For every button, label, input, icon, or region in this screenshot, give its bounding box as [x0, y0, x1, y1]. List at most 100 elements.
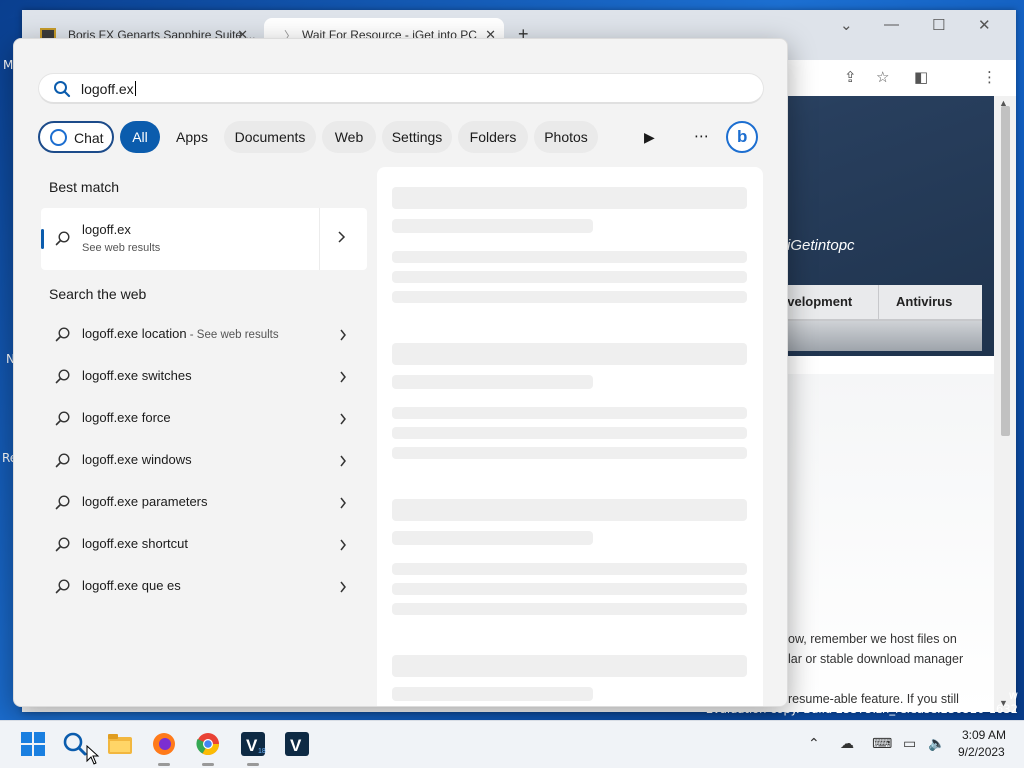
- search-query: logoff.ex: [81, 81, 134, 97]
- search-icon: [55, 495, 70, 510]
- more-options-icon[interactable]: ⋯: [694, 127, 710, 145]
- loading-placeholder: [392, 251, 747, 263]
- filter-label: All: [132, 129, 148, 145]
- filter-label: Web: [334, 129, 364, 145]
- filter-folders[interactable]: Folders: [458, 121, 528, 153]
- web-result-hint: - See web results: [186, 329, 279, 341]
- minimize-icon[interactable]: —: [884, 16, 899, 33]
- clock-time[interactable]: 3:09 AM: [962, 728, 1006, 742]
- loading-placeholder: [392, 291, 747, 303]
- more-filters-play-icon[interactable]: ▶: [644, 129, 655, 146]
- web-result-text: logoff.exe force: [82, 410, 171, 425]
- firefox-icon[interactable]: [151, 731, 177, 757]
- web-result-row[interactable]: logoff.exe switches: [41, 357, 367, 397]
- chrome-icon[interactable]: [195, 731, 221, 757]
- loading-placeholder: [392, 655, 747, 677]
- web-result-text: logoff.exe shortcut: [82, 536, 188, 551]
- menu-divider: [878, 285, 879, 321]
- chevron-right-icon[interactable]: [337, 228, 347, 246]
- loading-placeholder: [392, 427, 747, 439]
- keyboard-icon[interactable]: ⌨: [872, 735, 892, 752]
- chevron-right-icon: [340, 371, 346, 383]
- filter-label: Apps: [176, 129, 208, 145]
- search-icon[interactable]: [62, 731, 88, 757]
- running-indicator: [202, 763, 214, 766]
- web-result-row[interactable]: logoff.exe parameters: [41, 483, 367, 523]
- bookmark-star-icon[interactable]: ☆: [876, 68, 889, 86]
- content-text-line: ow, remember we host files on: [788, 632, 957, 646]
- chevron-right-icon: [340, 413, 346, 425]
- search-icon: [55, 369, 70, 384]
- v-app-icon[interactable]: V: [284, 731, 310, 757]
- windows-search-panel: logoff.ex Chat All Apps Documents Web Se…: [13, 38, 788, 707]
- web-result-row[interactable]: logoff.exe force: [41, 399, 367, 439]
- file-explorer-icon[interactable]: [107, 731, 133, 757]
- filter-web[interactable]: Web: [322, 121, 376, 153]
- start-icon[interactable]: [20, 731, 46, 757]
- search-input[interactable]: logoff.ex: [38, 73, 764, 104]
- preview-pane-loading: [377, 167, 763, 706]
- site-menu-bar: evelopment Antivirus: [762, 285, 982, 321]
- web-result-row[interactable]: logoff.exe shortcut: [41, 525, 367, 565]
- menu-kebab-icon[interactable]: ⋮: [982, 68, 997, 86]
- desktop-icon-label: M: [3, 58, 14, 72]
- loading-placeholder: [392, 499, 747, 521]
- tab-search-icon[interactable]: ⌄: [840, 16, 853, 34]
- network-warning-icon[interactable]: ☁: [840, 735, 854, 752]
- share-icon[interactable]: ⇪: [844, 68, 857, 86]
- search-icon: [55, 327, 70, 342]
- filter-label: Settings: [391, 129, 443, 145]
- chevron-right-icon: [340, 497, 346, 509]
- maximize-icon[interactable]: ☐: [932, 16, 945, 34]
- display-icon[interactable]: ▭: [903, 735, 916, 752]
- filter-photos[interactable]: Photos: [534, 121, 598, 153]
- web-result-text: logoff.exe windows: [82, 452, 192, 467]
- search-web-heading: Search the web: [49, 286, 147, 302]
- taskbar: V 18 V: [0, 720, 1024, 768]
- filter-label: Folders: [469, 129, 517, 145]
- loading-placeholder: [392, 375, 593, 389]
- filter-apps[interactable]: Apps: [166, 121, 218, 153]
- svg-text:V: V: [290, 736, 302, 755]
- loading-placeholder: [392, 447, 747, 459]
- loading-placeholder: [392, 407, 747, 419]
- volume-icon[interactable]: 🔈: [928, 735, 945, 752]
- web-result-row[interactable]: logoff.exe que es: [41, 567, 367, 607]
- page-content: ow, remember we host files on lar or sta…: [786, 374, 994, 712]
- filter-documents[interactable]: Documents: [224, 121, 316, 153]
- best-match-result[interactable]: logoff.ex See web results: [41, 208, 367, 270]
- web-result-row[interactable]: logoff.exe windows: [41, 441, 367, 481]
- side-panel-icon[interactable]: ◧: [914, 68, 928, 86]
- search-icon: [55, 231, 70, 246]
- chevron-right-icon: [340, 455, 346, 467]
- filter-all[interactable]: All: [120, 121, 160, 153]
- running-indicator: [158, 763, 170, 766]
- search-icon: [55, 453, 70, 468]
- menu-item-antivirus[interactable]: Antivirus: [896, 294, 952, 309]
- filter-chat[interactable]: Chat: [38, 121, 114, 153]
- filter-label: Documents: [234, 129, 306, 145]
- best-match-heading: Best match: [49, 179, 120, 195]
- page-scrollbar[interactable]: ▲ ▼: [994, 96, 1016, 712]
- best-match-subtitle: See web results: [82, 242, 161, 254]
- chevron-up-icon[interactable]: ⌃: [808, 735, 820, 752]
- close-window-icon[interactable]: ✕: [978, 16, 991, 34]
- loading-placeholder: [392, 583, 747, 595]
- web-result-row[interactable]: logoff.exe location - See web results: [41, 315, 367, 355]
- svg-text:V: V: [246, 736, 258, 755]
- menu-item-development[interactable]: evelopment: [780, 294, 852, 309]
- vmware-icon[interactable]: V 18: [240, 731, 266, 757]
- mouse-cursor-icon: [86, 745, 100, 765]
- best-match-name: logoff.ex: [82, 222, 131, 237]
- web-result-text: logoff.exe location: [82, 326, 187, 341]
- loading-placeholder: [392, 531, 593, 545]
- filter-settings[interactable]: Settings: [382, 121, 452, 153]
- filter-label: Photos: [544, 129, 588, 145]
- chevron-right-icon: [340, 329, 346, 341]
- svg-text:18: 18: [258, 748, 266, 755]
- running-indicator: [247, 763, 259, 766]
- bing-icon[interactable]: b: [726, 121, 758, 153]
- scroll-thumb[interactable]: [1001, 106, 1010, 436]
- clock-date[interactable]: 9/2/2023: [958, 745, 1005, 759]
- loading-placeholder: [392, 219, 593, 233]
